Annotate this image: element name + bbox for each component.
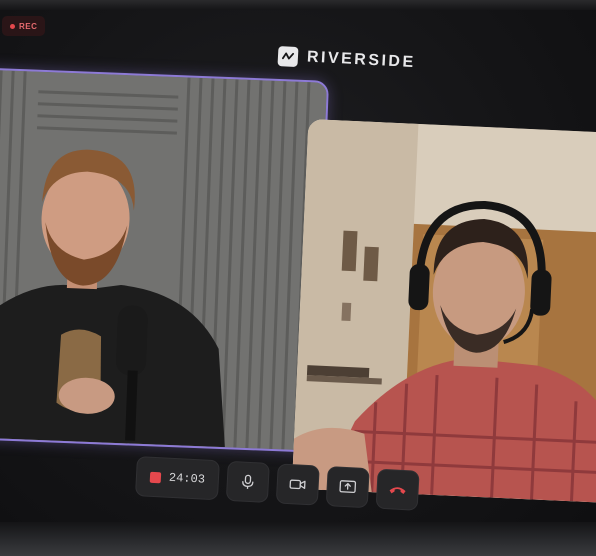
stop-recording-button[interactable]: 24:03 <box>134 456 220 501</box>
share-screen-icon <box>339 480 357 494</box>
recording-badge-label: REC <box>19 21 38 31</box>
monitor-bezel-bottom <box>0 522 596 556</box>
recording-dot-icon <box>10 23 15 29</box>
share-screen-button[interactable] <box>325 466 370 509</box>
brand-name: RIVERSIDE <box>306 48 417 72</box>
camera-icon <box>289 479 306 490</box>
recording-timer: 24:03 <box>168 470 206 487</box>
participant-video-tile[interactable] <box>291 118 596 504</box>
riverside-logo-icon <box>277 46 299 68</box>
monitor-bezel-top <box>0 0 596 10</box>
end-call-icon <box>389 487 406 495</box>
stop-record-icon <box>149 471 162 483</box>
participant-video-feed <box>0 69 327 451</box>
recording-badge: REC <box>2 16 46 36</box>
camera-toggle-button[interactable] <box>275 463 320 506</box>
brand-header: RIVERSIDE <box>277 46 416 73</box>
participant-video-feed <box>291 118 596 504</box>
screen: REC RIVERSIDE 24:03 <box>0 0 596 556</box>
microphone-toggle-button[interactable] <box>225 460 270 503</box>
microphone-icon <box>242 474 254 489</box>
end-call-button[interactable] <box>375 468 420 511</box>
participant-video-tile-active[interactable] <box>0 67 330 453</box>
